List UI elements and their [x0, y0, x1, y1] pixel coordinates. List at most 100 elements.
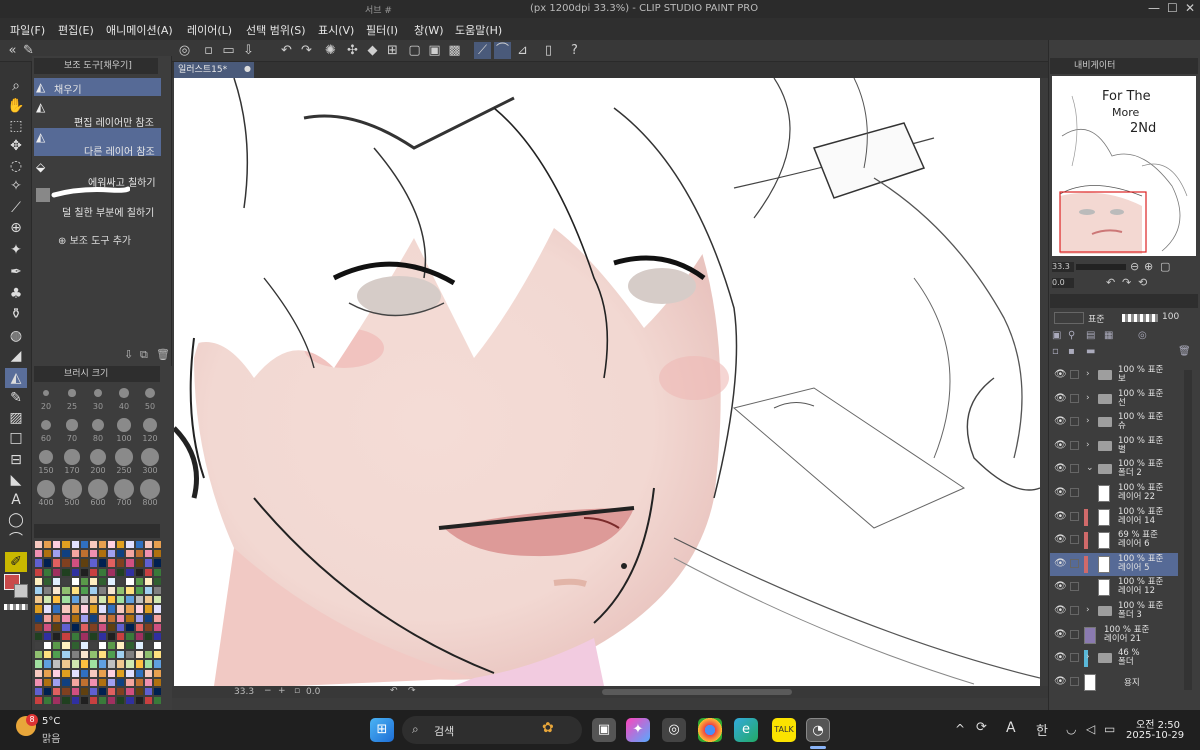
eye-visibility-icon[interactable]: 👁 [1054, 652, 1067, 663]
color-swatch[interactable] [79, 576, 89, 586]
color-swatch[interactable] [34, 576, 44, 586]
color-swatch[interactable] [116, 659, 126, 669]
color-swatch[interactable] [143, 540, 153, 550]
color-swatch[interactable] [70, 650, 80, 660]
color-swatch[interactable] [98, 585, 108, 596]
layer-lock-checkbox[interactable] [1070, 582, 1079, 592]
layer-lock-checkbox[interactable] [1070, 606, 1079, 615]
layer-row[interactable]: 👁 100 % 표준 레이어 22 [1050, 482, 1178, 505]
color-swatch[interactable] [134, 668, 144, 678]
color-swatch[interactable] [107, 576, 117, 586]
color-swatch[interactable] [152, 677, 162, 687]
text-tool-icon[interactable]: A [5, 490, 27, 510]
maximize-button[interactable]: ☐ [1167, 1, 1178, 15]
color-swatch[interactable] [79, 622, 89, 632]
color-swatch[interactable] [79, 585, 89, 596]
menu-animation[interactable]: 애니메이션(A) [106, 22, 173, 38]
color-swatch[interactable] [52, 650, 62, 660]
color-swatch[interactable] [88, 549, 98, 559]
redo-icon[interactable]: ↷ [298, 42, 315, 59]
color-swatch[interactable] [70, 595, 80, 605]
color-swatch[interactable] [79, 650, 89, 660]
sub-color-swatch[interactable] [14, 584, 28, 598]
zoom-out-icon[interactable]: − [264, 686, 272, 696]
move-tool-icon[interactable]: ✥ [5, 136, 27, 156]
color-swatch[interactable] [43, 549, 53, 559]
color-swatch[interactable] [152, 641, 162, 651]
color-swatch[interactable] [116, 540, 126, 550]
color-swatch[interactable] [88, 687, 98, 697]
canvas-tab[interactable]: 일러스트15* [174, 62, 254, 78]
subtool-settings-icon[interactable]: ⇩ [124, 348, 133, 361]
layer-row[interactable]: 👁 › 100 % 표준 별 [1050, 435, 1178, 458]
open-folder-icon[interactable]: ▭ [220, 42, 237, 59]
color-swatch[interactable] [88, 696, 98, 706]
color-swatch[interactable] [79, 677, 89, 687]
color-swatch[interactable] [88, 641, 98, 651]
color-swatch[interactable] [98, 677, 108, 687]
color-swatch[interactable] [61, 549, 71, 559]
color-swatch[interactable] [152, 585, 162, 596]
color-swatch[interactable] [116, 558, 126, 568]
layer-row[interactable]: 👁 › 46 % 폴더 [1050, 647, 1178, 670]
color-swatch[interactable] [125, 659, 135, 669]
color-swatch[interactable] [61, 668, 71, 678]
undo-icon[interactable]: ↶ [278, 42, 295, 59]
color-swatch[interactable] [52, 677, 62, 687]
color-swatch[interactable] [125, 604, 135, 614]
color-swatch[interactable] [43, 677, 53, 687]
color-swatch[interactable] [43, 641, 53, 651]
color-swatch[interactable] [88, 622, 98, 632]
color-swatch[interactable] [43, 613, 53, 623]
navigator-angle-value[interactable]: 0.0 [1052, 278, 1074, 288]
color-swatch[interactable] [79, 567, 89, 577]
loading-icon[interactable]: ✺ [322, 42, 339, 59]
menu-layer[interactable]: 레이어(L) [187, 22, 232, 38]
layer-lock-checkbox[interactable] [1070, 653, 1079, 663]
color-swatch[interactable] [34, 650, 44, 660]
opacity-slider[interactable] [1122, 314, 1158, 322]
clear-icon[interactable]: ✣ [344, 42, 361, 59]
color-swatch[interactable] [107, 631, 117, 642]
color-swatch[interactable] [88, 558, 98, 568]
color-swatch[interactable] [152, 558, 162, 568]
subtool-close-and-fill[interactable]: ⬙ 에워싸고 칠하기 [34, 158, 161, 189]
color-swatch[interactable] [61, 613, 71, 623]
eye-visibility-icon[interactable]: 👁 [1054, 581, 1067, 592]
color-swatch[interactable] [143, 576, 153, 586]
layer-row[interactable]: 👁 › 100 % 표준 선 [1050, 388, 1178, 411]
brush-size-dot[interactable] [37, 480, 55, 498]
color-swatch[interactable] [152, 549, 162, 559]
color-swatch[interactable] [98, 659, 108, 669]
color-swatch[interactable] [61, 659, 71, 669]
color-swatch[interactable] [98, 696, 108, 706]
navigator-zoom-value[interactable]: 33.3 [1052, 262, 1074, 272]
figure-tool-icon[interactable]: □ [5, 428, 27, 448]
zoom-in-icon[interactable]: + [278, 686, 286, 696]
color-swatch[interactable] [34, 613, 44, 623]
color-swatch[interactable] [143, 687, 153, 697]
color-swatch[interactable] [43, 585, 53, 596]
color-swatch[interactable] [107, 668, 117, 678]
layer-row[interactable]: 👁 용지 [1050, 671, 1178, 694]
brush-size-dot[interactable] [43, 390, 49, 396]
color-swatch[interactable] [134, 604, 144, 614]
eye-visibility-icon[interactable]: 👁 [1054, 676, 1067, 687]
color-swatch[interactable] [70, 567, 80, 577]
color-swatch[interactable] [52, 622, 62, 632]
color-swatch[interactable] [88, 631, 98, 642]
color-swatch[interactable] [88, 613, 98, 623]
color-swatch[interactable] [52, 549, 62, 559]
color-swatch[interactable] [70, 659, 80, 669]
snap-ruler-icon[interactable]: ⟋ [474, 42, 491, 59]
layer-lock-checkbox[interactable] [1070, 417, 1079, 427]
rotate-right-icon[interactable]: ↷ [408, 686, 416, 696]
color-swatch[interactable] [125, 677, 135, 687]
color-swatch[interactable] [116, 677, 126, 687]
color-swatch[interactable] [88, 659, 98, 669]
color-swatch[interactable] [125, 567, 135, 577]
eye-visibility-icon[interactable]: 👁 [1054, 629, 1067, 640]
color-swatch[interactable] [116, 604, 126, 614]
layer-lock-checkbox[interactable] [1070, 488, 1079, 497]
color-swatch[interactable] [79, 696, 89, 706]
